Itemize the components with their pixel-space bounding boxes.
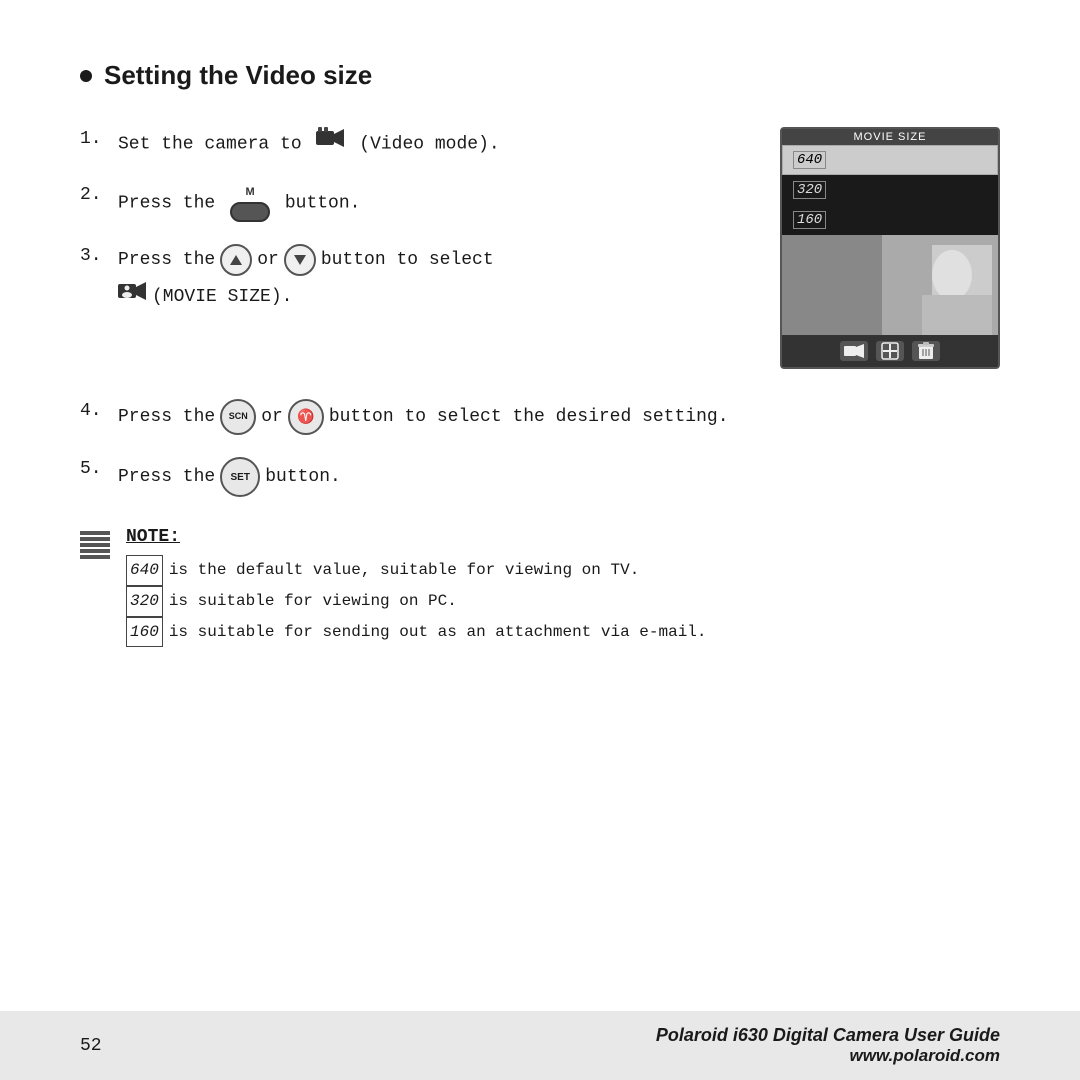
footer-page-number: 52 [80, 1036, 102, 1056]
note-title: NOTE: [126, 527, 1000, 547]
cam-settings-icon [876, 341, 904, 361]
step-2-body: Press the M button. [118, 183, 360, 223]
step-5-text-after: button. [265, 462, 341, 493]
step-1-text-before: Set the camera to [118, 135, 302, 155]
down-arrow-button-icon [284, 244, 316, 276]
up-arrow-button-icon [220, 244, 252, 276]
step-2: 2. Press the M button. [80, 183, 740, 223]
cam-image-area [782, 235, 998, 335]
video-mode-icon [316, 127, 344, 161]
page-footer: 52 Polaroid i630 Digital Camera User Gui… [0, 1011, 1080, 1080]
step-4-text-before: Press the [118, 402, 215, 433]
cam-delete-icon [912, 341, 940, 361]
cam-menu-item-160: 160 [782, 205, 998, 235]
movie-mode-icon [118, 280, 146, 314]
tag-640: 640 [126, 555, 163, 586]
step-2-number: 2. [80, 185, 108, 205]
cam-title-bar: MOVIE SIZE [782, 129, 998, 145]
steps-left: 1. Set the camera to (Video mode). [80, 127, 740, 336]
step-3: 3. Press the or button to select [80, 244, 740, 314]
cam-bottom-bar [782, 335, 998, 367]
note-item-640-text: is the default value, suitable for viewi… [169, 556, 639, 585]
note-item-160: 160 is suitable for sending out as an at… [126, 617, 1000, 648]
note-item-160-text: is suitable for sending out as an attach… [169, 618, 707, 647]
step-5-text-before: Press the [118, 462, 215, 493]
note-item-320: 320 is suitable for viewing on PC. [126, 586, 1000, 617]
footer-url: www.polaroid.com [656, 1046, 1000, 1066]
cam-menu-items: 640 320 160 [782, 145, 998, 235]
step-5-number: 5. [80, 459, 108, 479]
note-section: NOTE: 640 is the default value, suitable… [80, 527, 1000, 647]
tag-320: 320 [126, 586, 163, 617]
step-3-or: or [257, 245, 279, 276]
s-button-icon: ♈ [288, 399, 324, 435]
footer-brand: Polaroid i630 Digital Camera User Guide … [656, 1025, 1000, 1066]
step-2-text-before: Press the [118, 193, 215, 213]
step-3-number: 3. [80, 246, 108, 266]
step-1-body: Set the camera to (Video mode). [118, 127, 500, 161]
footer-brand-title: Polaroid i630 Digital Camera User Guide [656, 1025, 1000, 1046]
step-1-text-after: (Video mode). [359, 135, 499, 155]
step-5-body: Press the SET button. [118, 457, 341, 497]
set-button-icon: SET [220, 457, 260, 497]
section-title: Setting the Video size [80, 60, 1000, 91]
page-title: Setting the Video size [104, 60, 372, 91]
bullet-point [80, 70, 92, 82]
step-4-or: or [261, 402, 283, 433]
note-content: NOTE: 640 is the default value, suitable… [126, 527, 1000, 647]
step-2-text-after: button. [285, 193, 361, 213]
step-1: 1. Set the camera to (Video mode). [80, 127, 740, 161]
note-icon [80, 527, 110, 647]
tag-160: 160 [126, 617, 163, 648]
step-3-text-before: Press the [118, 245, 215, 276]
step-1-number: 1. [80, 129, 108, 149]
step-4-number: 4. [80, 401, 108, 421]
note-item-640: 640 is the default value, suitable for v… [126, 555, 1000, 586]
step-4-body: Press the SCN or ♈ button to select the … [118, 399, 729, 435]
page-content: Setting the Video size 1. Set the camera… [0, 0, 1080, 747]
step-3-mode-label: (MOVIE SIZE). [152, 282, 292, 313]
note-item-320-text: is suitable for viewing on PC. [169, 587, 457, 616]
cam-menu-item-640: 640 [782, 145, 998, 175]
cam-video-icon [840, 341, 868, 361]
step-5: 5. Press the SET button. [80, 457, 1000, 497]
scn-button-icon: SCN [220, 399, 256, 435]
steps-and-image: 1. Set the camera to (Video mode). [80, 127, 1000, 369]
step-3-text-after: button to select [321, 245, 494, 276]
camera-screenshot: MOVIE SIZE 640 320 160 [780, 127, 1000, 369]
step-4-text-after: button to select the desired setting. [329, 402, 729, 433]
steps-below: 4. Press the SCN or ♈ button to select t… [80, 399, 1000, 497]
step-3-body: Press the or button to select [118, 244, 494, 314]
step-4: 4. Press the SCN or ♈ button to select t… [80, 399, 1000, 435]
m-button-icon: M [230, 183, 270, 223]
cam-menu-item-320: 320 [782, 175, 998, 205]
